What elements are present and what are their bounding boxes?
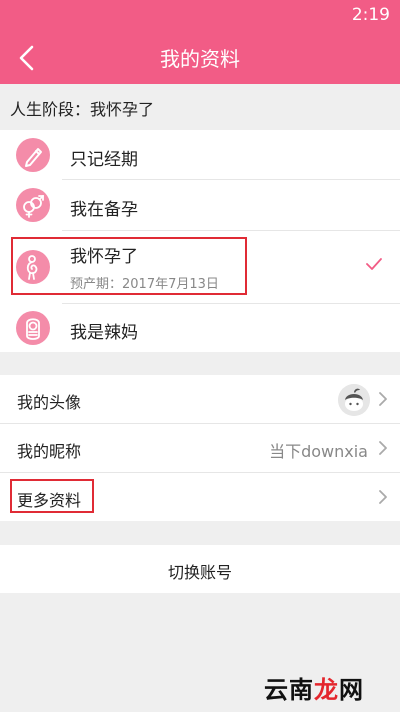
watermark-text-end: 网 <box>339 676 364 704</box>
avatar-label: 我的头像 <box>17 393 82 412</box>
stage-label: 我是辣妈 <box>70 323 138 343</box>
watermark: 云南龙网 <box>264 670 364 705</box>
chevron-right-icon <box>379 490 387 504</box>
avatar-row[interactable]: 我的头像 <box>0 375 400 423</box>
pen-icon <box>16 138 50 172</box>
watermark-text-main: 云南 <box>264 676 314 704</box>
life-stage-header: 人生阶段：我怀孕了 <box>0 84 400 130</box>
nickname-row[interactable]: 我的昵称 当下downxia <box>0 424 400 472</box>
more-info-label: 更多资料 <box>17 491 82 510</box>
page-title: 我的资料 <box>160 47 240 71</box>
check-icon <box>366 258 382 270</box>
switch-account-label: 切换账号 <box>167 563 232 582</box>
chevron-right-icon <box>379 441 387 455</box>
switch-account-button[interactable]: 切换账号 <box>0 545 400 593</box>
gender-symbols-icon <box>16 188 50 222</box>
profile-list: 我的头像 我的昵称 当下downxia 更多资料 <box>0 375 400 521</box>
app-bar: 我的资料 <box>0 30 400 84</box>
pregnancy-icon <box>16 250 50 284</box>
nickname-label: 我的昵称 <box>17 442 82 461</box>
avatar <box>338 384 370 416</box>
life-stage-list: 只记经期 我在备孕 我怀孕了 预产期：2017年7月13日 我是辣妈 <box>0 130 400 352</box>
due-date: 预产期：2017年7月13日 <box>70 277 219 292</box>
watermark-text-accent: 龙 <box>314 676 339 704</box>
life-stage-header-text: 人生阶段：我怀孕了 <box>10 100 155 119</box>
nickname-value: 当下downxia <box>269 442 368 461</box>
stage-item-trying[interactable]: 我在备孕 <box>0 180 400 230</box>
status-bar: 2:19 <box>0 0 400 30</box>
stage-item-hot-mom[interactable]: 我是辣妈 <box>0 304 400 352</box>
stage-item-pregnant[interactable]: 我怀孕了 预产期：2017年7月13日 <box>0 231 400 303</box>
chevron-right-icon <box>379 392 387 406</box>
stage-label: 我怀孕了 <box>70 247 138 267</box>
stage-label: 只记经期 <box>70 150 138 170</box>
status-time: 2:19 <box>351 5 390 25</box>
stage-label: 我在备孕 <box>70 200 138 220</box>
more-info-row[interactable]: 更多资料 <box>0 473 400 521</box>
stage-item-period-only[interactable]: 只记经期 <box>0 130 400 179</box>
baby-icon <box>16 311 50 345</box>
